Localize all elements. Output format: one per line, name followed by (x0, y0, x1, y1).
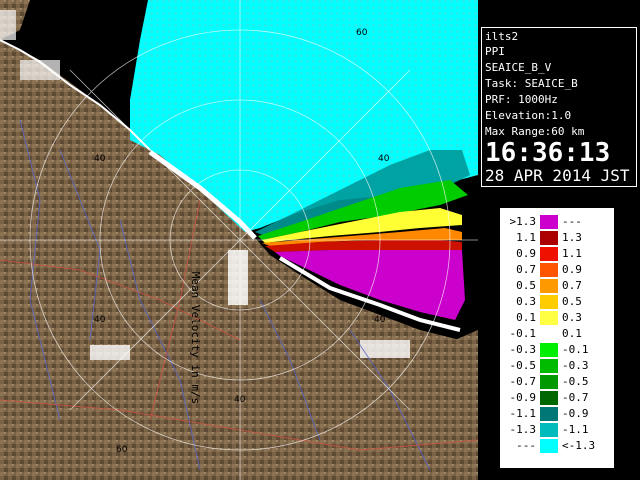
range-label: 60 (116, 28, 128, 38)
range-label: 40 (94, 154, 106, 164)
legend-swatch (540, 215, 558, 229)
legend-swatch (540, 263, 558, 277)
radar-display: 40 40 40 40 40 60 60 60 ilts2 PPI SEAICE… (0, 0, 640, 480)
legend-lo: 0.9 (516, 247, 536, 260)
legend-lo: >1.3 (509, 215, 537, 228)
legend-row: -0.3 -0.1 (500, 342, 616, 358)
legend-lo: -0.1 (509, 327, 537, 340)
legend-hi: -0.3 (562, 359, 589, 372)
legend-hi: 0.1 (562, 327, 582, 340)
legend-row: 1.1 1.3 (500, 230, 616, 246)
legend-lo: -1.1 (509, 407, 537, 420)
legend-swatch (540, 231, 558, 245)
legend-lo: -1.3 (509, 423, 537, 436)
range-label: 40 (378, 154, 390, 164)
product-name: SEAICE_B_V (485, 61, 552, 74)
legend-lo: -0.5 (509, 359, 537, 372)
scan-date: 28 APR 2014 JST (485, 166, 630, 185)
legend-hi: 0.3 (562, 311, 582, 324)
legend-row: 0.3 0.5 (500, 294, 616, 310)
legend-swatch (540, 375, 558, 389)
radar-name: ilts2 (485, 30, 519, 43)
legend-row: -1.3 -1.1 (500, 422, 616, 438)
legend-hi: 1.3 (562, 231, 582, 244)
legend-lo: -0.7 (509, 375, 537, 388)
legend-swatch (540, 295, 558, 309)
legend-row: 0.1 0.3 (500, 310, 616, 326)
legend-lo: -0.9 (509, 391, 537, 404)
legend-swatch (540, 359, 558, 373)
legend-row: -0.9 -0.7 (500, 390, 616, 406)
legend-row: -0.5 -0.3 (500, 358, 616, 374)
legend-lo: 0.5 (516, 279, 536, 292)
legend-swatch (540, 327, 558, 341)
legend-row: 0.9 1.1 (500, 246, 616, 262)
scan-time: 16:36:13 (485, 138, 611, 168)
legend-row: -0.7 -0.5 (500, 374, 616, 390)
legend-hi: <-1.3 (562, 439, 596, 452)
range-label: 40 (94, 315, 106, 325)
legend-hi: -0.1 (562, 343, 589, 356)
legend-row: --- <-1.3 (500, 438, 616, 454)
info-panel: ilts2 PPI SEAICE_B_V Task: SEAICE_B PRF:… (481, 27, 637, 187)
velocity-legend: >1.3 --- 1.1 1.3 0.9 1.1 0.7 0.9 0.5 0.7 0.3 0… (499, 207, 615, 469)
range-label: 40 (234, 395, 246, 405)
legend-row: 0.5 0.7 (500, 278, 616, 294)
legend-swatch (540, 423, 558, 437)
legend-lo: 1.1 (516, 231, 536, 244)
scan-mode: PPI (485, 45, 505, 58)
legend-hi: 0.7 (562, 279, 582, 292)
legend-lo: 0.3 (516, 295, 536, 308)
legend-swatch (540, 343, 558, 357)
range-label: 40 (374, 315, 386, 325)
legend-row: -1.1 -0.9 (500, 406, 616, 422)
legend-lo: 0.7 (516, 263, 536, 276)
range-label: 60 (116, 445, 128, 455)
legend-lo: 0.1 (516, 311, 536, 324)
legend-lo: --- (516, 439, 536, 452)
legend-swatch (540, 439, 558, 453)
legend-hi: -0.5 (562, 375, 589, 388)
legend-row: -0.1 0.1 (500, 326, 616, 342)
legend-swatch (540, 311, 558, 325)
max-range-label: Max Range:60 km (485, 125, 585, 138)
legend-swatch (540, 407, 558, 421)
legend-title: Mean Velocity in m/s (189, 271, 202, 405)
ppi-map[interactable]: 40 40 40 40 40 60 60 60 (0, 0, 478, 480)
legend-hi: --- (562, 215, 582, 228)
legend-swatch (540, 391, 558, 405)
legend-hi: -1.1 (562, 423, 589, 436)
legend-hi: 1.1 (562, 247, 582, 260)
task-label: Task: SEAICE_B (485, 77, 578, 90)
legend-row: 0.7 0.9 (500, 262, 616, 278)
legend-hi: -0.9 (562, 407, 589, 420)
legend-title-container: Mean Velocity in m/s (182, 207, 202, 469)
legend-row: >1.3 --- (500, 214, 616, 230)
legend-hi: -0.7 (562, 391, 589, 404)
legend-lo: -0.3 (509, 343, 537, 356)
legend-hi: 0.5 (562, 295, 582, 308)
legend-swatch (540, 279, 558, 293)
elevation-label: Elevation:1.0 (485, 109, 572, 122)
legend-swatch (540, 247, 558, 261)
range-label: 60 (356, 28, 368, 38)
legend-hi: 0.9 (562, 263, 582, 276)
prf-label: PRF: 1000Hz (485, 93, 558, 106)
